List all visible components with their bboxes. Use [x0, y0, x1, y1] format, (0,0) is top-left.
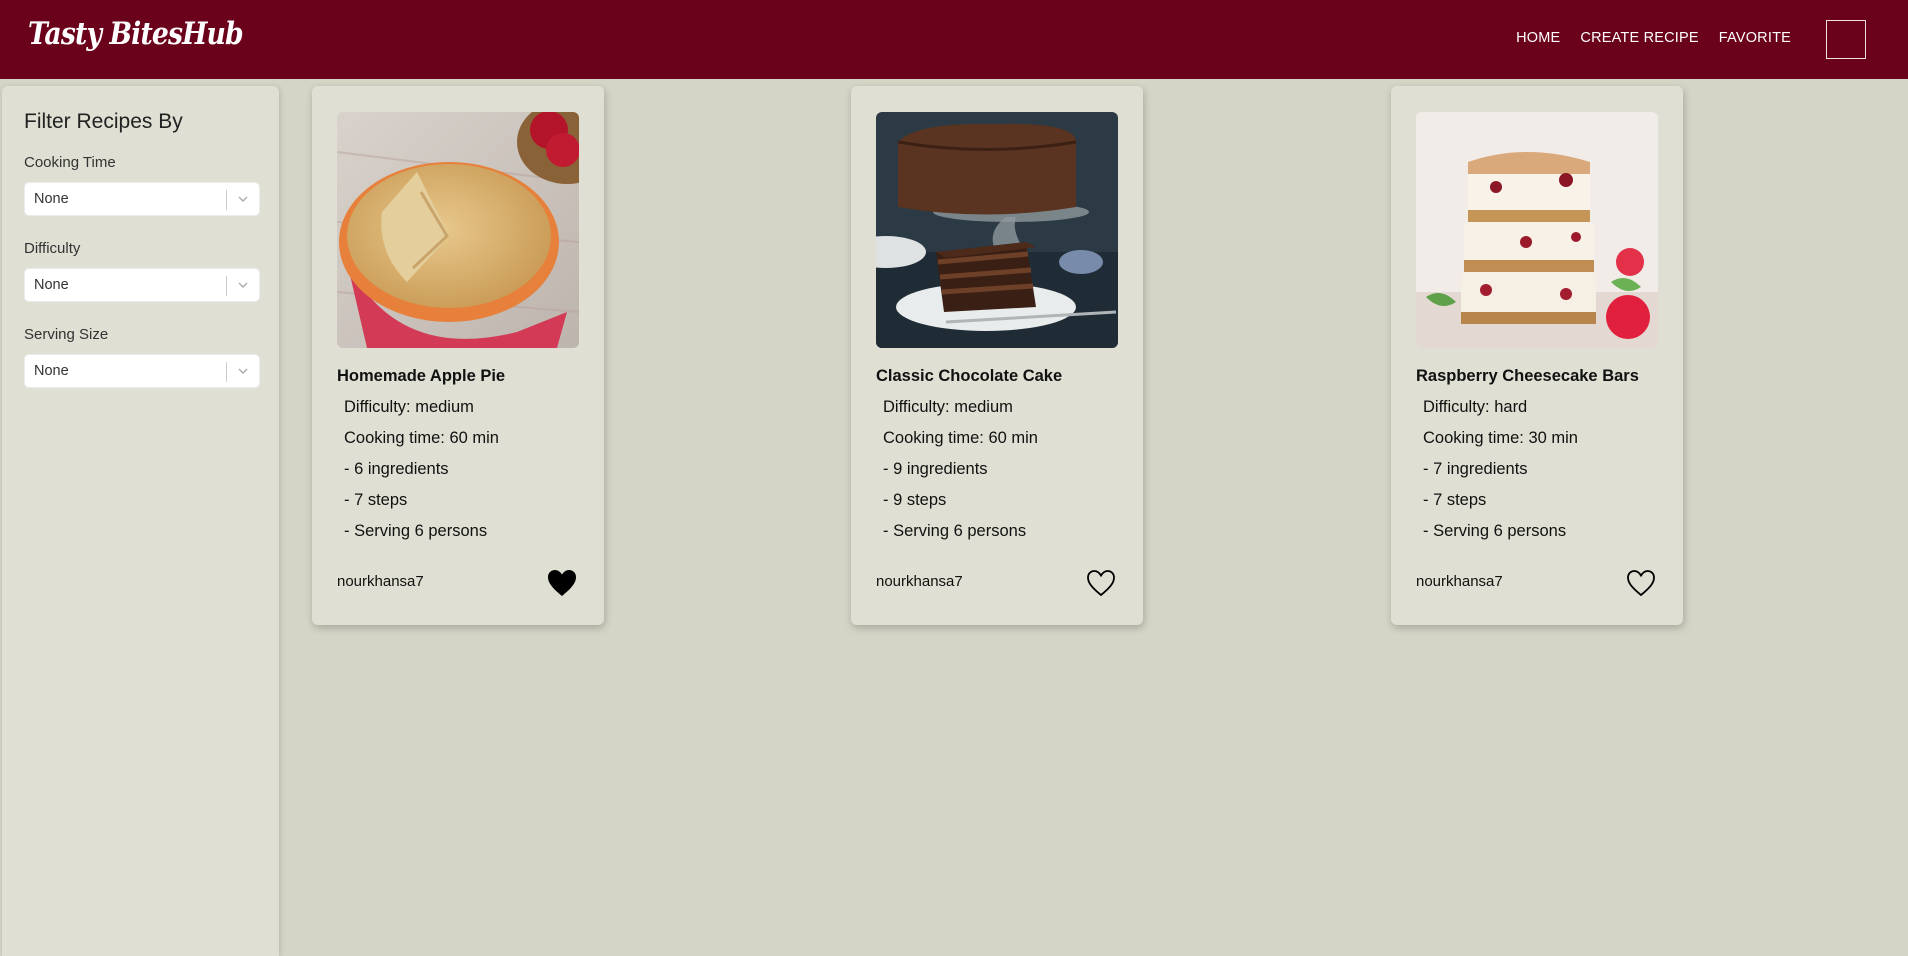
select-separator	[226, 362, 227, 382]
site-logo[interactable]: Tasty BitesHub	[28, 16, 244, 52]
chevron-down-icon[interactable]	[236, 192, 250, 206]
recipe-title[interactable]: Classic Chocolate Cake	[876, 367, 1062, 386]
serving-size-label: Serving Size	[24, 326, 109, 343]
recipe-cooking-time: Cooking time: 30 min	[1423, 429, 1578, 447]
profile-avatar[interactable]	[1826, 20, 1866, 59]
recipe-card[interactable]: Homemade Apple Pie Difficulty: medium Co…	[312, 86, 604, 625]
serving-size-value: None	[34, 363, 69, 379]
filter-title: Filter Recipes By	[24, 110, 183, 133]
recipe-ingredients: - 9 ingredients	[883, 460, 988, 478]
top-navbar: Tasty BitesHub HOME CREATE RECIPE FAVORI…	[0, 0, 1908, 79]
chevron-down-icon[interactable]	[236, 278, 250, 292]
chevron-down-icon[interactable]	[236, 364, 250, 378]
nav-favorite-link[interactable]: FAVORITE	[1719, 30, 1791, 46]
difficulty-value: None	[34, 277, 69, 293]
recipe-title[interactable]: Raspberry Cheesecake Bars	[1416, 367, 1639, 386]
recipe-steps: - 7 steps	[1423, 491, 1487, 509]
recipe-steps: - 9 steps	[883, 491, 947, 509]
heart-outline-icon[interactable]	[1085, 568, 1117, 598]
heart-filled-icon[interactable]	[546, 568, 578, 598]
recipe-difficulty: Difficulty: hard	[1423, 398, 1528, 416]
cooking-time-value: None	[34, 191, 69, 207]
recipe-cooking-time: Cooking time: 60 min	[883, 429, 1038, 447]
recipe-details: Difficulty: hard Cooking time: 30 min - …	[1423, 397, 1578, 552]
recipe-serving: - Serving 6 persons	[344, 522, 488, 540]
recipe-cooking-time: Cooking time: 60 min	[344, 429, 499, 447]
difficulty-select[interactable]: None	[24, 268, 260, 302]
recipe-serving: - Serving 6 persons	[883, 522, 1027, 540]
recipe-difficulty: Difficulty: medium	[344, 398, 474, 416]
recipe-author[interactable]: nourkhansa7	[1416, 573, 1503, 590]
chocolate-cake-photo[interactable]	[876, 112, 1118, 348]
recipe-card[interactable]: Raspberry Cheesecake Bars Difficulty: ha…	[1391, 86, 1683, 625]
cooking-time-label: Cooking Time	[24, 154, 116, 171]
select-separator	[226, 276, 227, 296]
recipe-difficulty: Difficulty: medium	[883, 398, 1013, 416]
recipe-card[interactable]: Classic Chocolate Cake Difficulty: mediu…	[851, 86, 1143, 625]
apple-pie-photo[interactable]	[337, 112, 579, 348]
difficulty-label: Difficulty	[24, 240, 81, 257]
nav-home-link[interactable]: HOME	[1516, 30, 1560, 46]
cheesecake-photo[interactable]	[1416, 112, 1658, 348]
serving-size-select[interactable]: None	[24, 354, 260, 388]
main-nav: HOME CREATE RECIPE FAVORITE	[1516, 30, 1791, 46]
nav-create-recipe-link[interactable]: CREATE RECIPE	[1580, 30, 1698, 46]
cooking-time-select[interactable]: None	[24, 182, 260, 216]
heart-outline-icon[interactable]	[1625, 568, 1657, 598]
recipe-details: Difficulty: medium Cooking time: 60 min …	[883, 397, 1038, 552]
recipe-serving: - Serving 6 persons	[1423, 522, 1567, 540]
filter-sidebar: Filter Recipes By Cooking Time None Diff…	[2, 86, 279, 956]
recipe-ingredients: - 6 ingredients	[344, 460, 449, 478]
recipe-ingredients: - 7 ingredients	[1423, 460, 1528, 478]
recipe-steps: - 7 steps	[344, 491, 408, 509]
recipe-author[interactable]: nourkhansa7	[337, 573, 424, 590]
recipe-title[interactable]: Homemade Apple Pie	[337, 367, 505, 386]
select-separator	[226, 190, 227, 210]
recipe-author[interactable]: nourkhansa7	[876, 573, 963, 590]
recipe-details: Difficulty: medium Cooking time: 60 min …	[344, 397, 499, 552]
